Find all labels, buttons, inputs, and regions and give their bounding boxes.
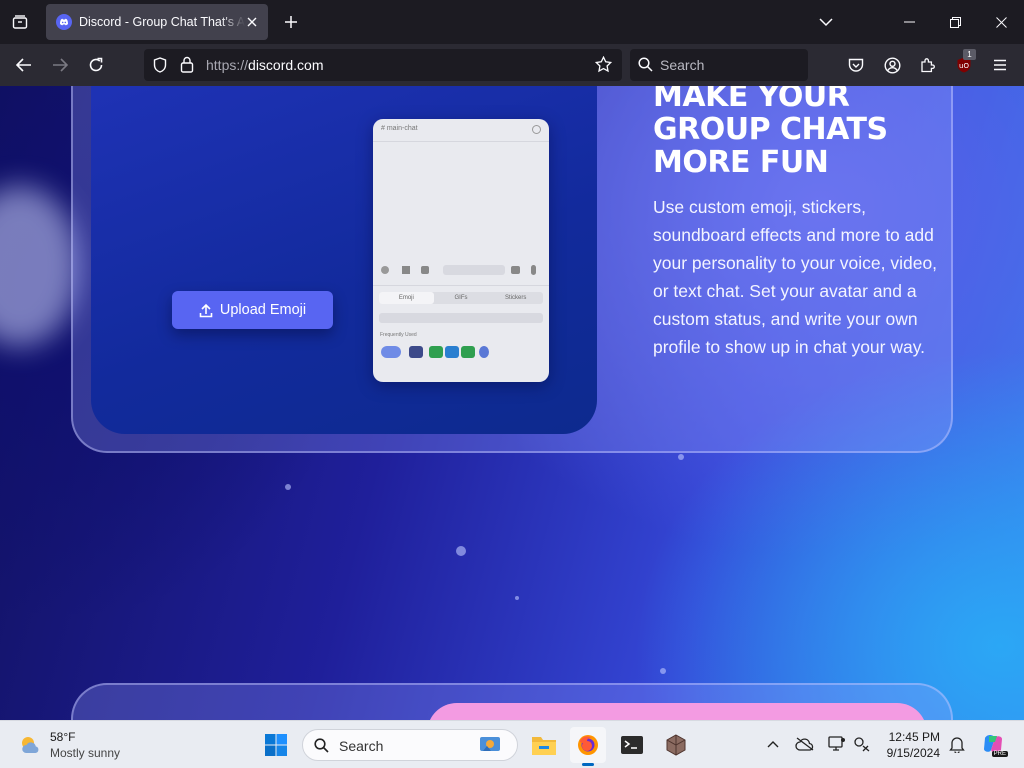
firefox-icon[interactable] xyxy=(570,727,606,763)
next-feature-card-media xyxy=(427,703,927,720)
forward-icon[interactable] xyxy=(46,51,74,79)
account-icon[interactable] xyxy=(878,51,906,79)
extensions-puzzle-icon[interactable] xyxy=(914,51,942,79)
tab-title: Discord - Group Chat That's All Fun & Ga… xyxy=(79,15,245,29)
phone-gift-icon xyxy=(421,266,429,274)
taskbar: 58°F Mostly sunny Search 12:45 PM 9/15/2… xyxy=(0,720,1024,768)
url-bar[interactable]: https://discord.com xyxy=(144,49,622,81)
partly-sunny-icon xyxy=(22,737,39,753)
weather-temperature: 58°F xyxy=(50,730,76,744)
phone-message-input xyxy=(443,265,505,275)
system-clock[interactable]: 12:45 PM 9/15/2024 xyxy=(878,729,940,761)
phone-picker-tabs: Emoji GIFs Stickers xyxy=(379,292,543,304)
taskbar-search-box[interactable]: Search xyxy=(302,729,518,761)
feature-headline: MAKE YOUR GROUP CHATS MORE FUN xyxy=(653,86,888,180)
phone-divider xyxy=(373,141,549,142)
tab-discord[interactable]: Discord - Group Chat That's All Fun & Ga… xyxy=(46,4,268,40)
feature-description: Use custom emoji, stickers, soundboard e… xyxy=(653,197,938,357)
reload-icon[interactable] xyxy=(82,51,110,79)
search-icon xyxy=(638,57,653,77)
decorative-blob xyxy=(0,186,80,346)
url-domain: discord.com xyxy=(248,57,324,73)
phone-divider xyxy=(373,285,549,286)
network-icon[interactable] xyxy=(851,733,873,755)
weather-widget[interactable]: 58°F Mostly sunny xyxy=(18,729,120,761)
terminal-icon[interactable] xyxy=(614,727,650,763)
display-icon[interactable] xyxy=(826,733,848,755)
svg-text:uO: uO xyxy=(959,62,969,70)
navigation-bar: https://discord.com Search uO 1 xyxy=(0,44,1024,86)
start-windows-icon[interactable] xyxy=(258,727,294,763)
phone-gamepad-icon xyxy=(511,266,520,274)
tab-list-icon[interactable] xyxy=(6,8,34,36)
phone-tab-stickers: Stickers xyxy=(505,295,527,301)
emoji-item xyxy=(461,346,475,358)
upload-emoji-label: Upload Emoji xyxy=(219,302,307,318)
url-scheme: https:// xyxy=(206,57,249,73)
lock-icon[interactable] xyxy=(180,56,194,78)
phone-search-icon xyxy=(532,125,541,134)
emoji-item xyxy=(445,346,459,358)
phone-section-label: Frequently Used xyxy=(380,332,417,338)
decorative-star xyxy=(515,596,519,600)
list-all-tabs-icon[interactable] xyxy=(812,0,840,44)
back-icon[interactable] xyxy=(10,51,38,79)
clock-time: 12:45 PM xyxy=(888,730,940,744)
phone-tab-gifs: GIFs xyxy=(454,295,468,301)
ublock-origin-icon[interactable]: uO 1 xyxy=(950,49,978,79)
taskbar-search-icon xyxy=(314,738,329,758)
search-placeholder: Search xyxy=(660,57,705,73)
onedrive-cloud-icon[interactable] xyxy=(794,733,816,755)
decorative-star xyxy=(678,454,684,460)
phone-apps-icon xyxy=(402,266,410,274)
upload-emoji-button[interactable]: Upload Emoji xyxy=(172,291,333,329)
close-window-icon[interactable] xyxy=(978,0,1024,44)
show-hidden-icons-chevron-icon[interactable] xyxy=(762,733,784,755)
tab-bar: Discord - Group Chat That's All Fun & Ga… xyxy=(0,0,1024,44)
phone-mic-icon xyxy=(531,265,536,275)
notifications-bell-icon[interactable] xyxy=(946,733,968,755)
taskbar-search-placeholder: Search xyxy=(339,738,384,754)
new-tab-icon[interactable] xyxy=(278,9,304,35)
clock-date: 9/15/2024 xyxy=(886,746,940,760)
emoji-item xyxy=(429,346,443,358)
decorative-star xyxy=(285,484,291,490)
webpage-viewport: Upload Emoji # main-chat Emoji GIFs Stic… xyxy=(0,86,1024,720)
file-explorer-icon[interactable] xyxy=(526,727,562,763)
discord-favicon-icon xyxy=(56,14,72,30)
menu-hamburger-icon[interactable] xyxy=(986,51,1014,79)
upload-icon xyxy=(199,303,213,317)
copilot-icon[interactable]: PRE xyxy=(980,731,1008,757)
decorative-star xyxy=(660,668,666,674)
bookmark-star-icon[interactable] xyxy=(594,55,613,78)
search-bar[interactable]: Search xyxy=(630,49,808,81)
app-cube-icon[interactable] xyxy=(658,727,694,763)
emoji-item xyxy=(409,346,423,358)
pocket-icon[interactable] xyxy=(842,51,870,79)
restore-icon[interactable] xyxy=(932,0,978,44)
search-highlight-icon xyxy=(477,733,505,762)
tracking-protection-shield-icon[interactable] xyxy=(152,57,168,78)
weather-condition: Mostly sunny xyxy=(50,746,121,760)
extension-badge: 1 xyxy=(963,49,976,60)
minimize-icon[interactable] xyxy=(886,0,932,44)
decorative-star xyxy=(456,546,466,556)
phone-channel-name: # main-chat xyxy=(381,125,418,132)
phone-plus-icon xyxy=(381,266,389,274)
phone-mockup: # main-chat Emoji GIFs Stickers Frequent… xyxy=(373,119,549,382)
close-tab-icon[interactable] xyxy=(244,14,260,30)
url-text[interactable]: https://discord.com xyxy=(206,57,324,73)
firefox-running-indicator xyxy=(582,763,594,766)
emoji-item xyxy=(381,346,401,358)
phone-tab-emoji: Emoji xyxy=(379,292,434,304)
phone-emoji-search xyxy=(379,313,543,323)
emoji-item xyxy=(479,346,489,358)
